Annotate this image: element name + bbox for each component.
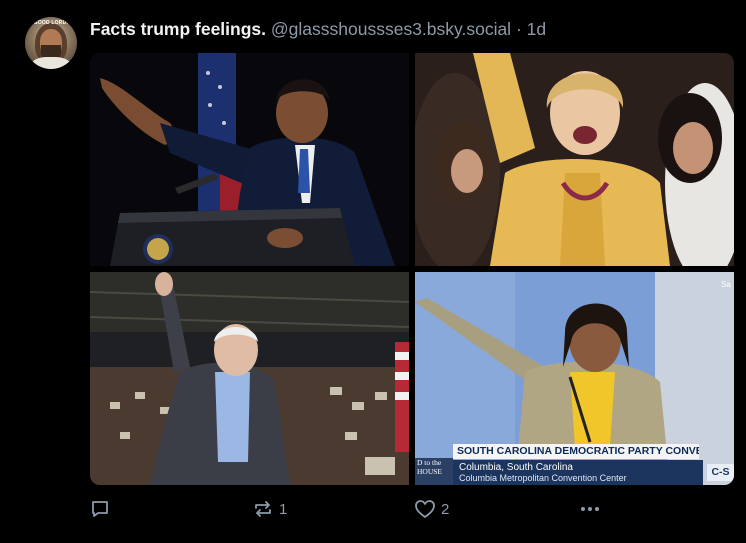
image-1-illustration bbox=[90, 53, 409, 266]
corner-caption: Sa bbox=[721, 280, 731, 289]
like-count: 2 bbox=[441, 500, 450, 518]
heart-icon bbox=[414, 499, 436, 519]
more-button[interactable] bbox=[578, 494, 602, 524]
image-2[interactable] bbox=[415, 53, 734, 266]
network-logo: C-S bbox=[707, 464, 734, 481]
avatar[interactable]: GOOD LORD! bbox=[25, 17, 77, 69]
image-1[interactable] bbox=[90, 53, 409, 266]
post: GOOD LORD! Facts trump feelings. @glasss… bbox=[0, 0, 746, 543]
like-button[interactable]: 2 bbox=[414, 494, 449, 524]
lower-third-location: Columbia, South Carolina bbox=[459, 462, 573, 473]
reply-button[interactable] bbox=[90, 494, 110, 524]
more-icon bbox=[578, 499, 602, 519]
author-handle[interactable]: @glassshoussses3.bsky.social bbox=[271, 19, 511, 39]
image-3-illustration bbox=[90, 272, 409, 485]
repost-button[interactable]: 1 bbox=[252, 494, 287, 524]
lower-third-title: SOUTH CAROLINA DEMOCRATIC PARTY CONVENTI… bbox=[453, 444, 699, 459]
image-4[interactable]: SOUTH CAROLINA DEMOCRATIC PARTY CONVENTI… bbox=[415, 272, 734, 485]
image-grid: SOUTH CAROLINA DEMOCRATIC PARTY CONVENTI… bbox=[90, 53, 734, 485]
repost-icon bbox=[252, 499, 274, 519]
repost-count: 1 bbox=[279, 500, 288, 518]
avatar-caption: GOOD LORD! bbox=[33, 20, 69, 26]
image-2-illustration bbox=[415, 53, 734, 266]
lower-third-venue: Columbia Metropolitan Convention Center bbox=[459, 473, 627, 483]
image-3[interactable] bbox=[90, 272, 409, 485]
reply-icon bbox=[90, 499, 110, 519]
lower-third-body: Columbia, South Carolina Columbia Metrop… bbox=[453, 460, 703, 485]
post-time[interactable]: 1d bbox=[527, 19, 546, 39]
separator-dot: · bbox=[515, 19, 522, 39]
tv-lower-third: SOUTH CAROLINA DEMOCRATIC PARTY CONVENTI… bbox=[453, 444, 734, 485]
author-name[interactable]: Facts trump feelings. bbox=[90, 19, 266, 39]
post-actions: 1 2 bbox=[90, 494, 710, 524]
side-caption: D to the HOUSE bbox=[415, 458, 453, 485]
post-header: Facts trump feelings. @glassshoussses3.b… bbox=[90, 18, 546, 40]
